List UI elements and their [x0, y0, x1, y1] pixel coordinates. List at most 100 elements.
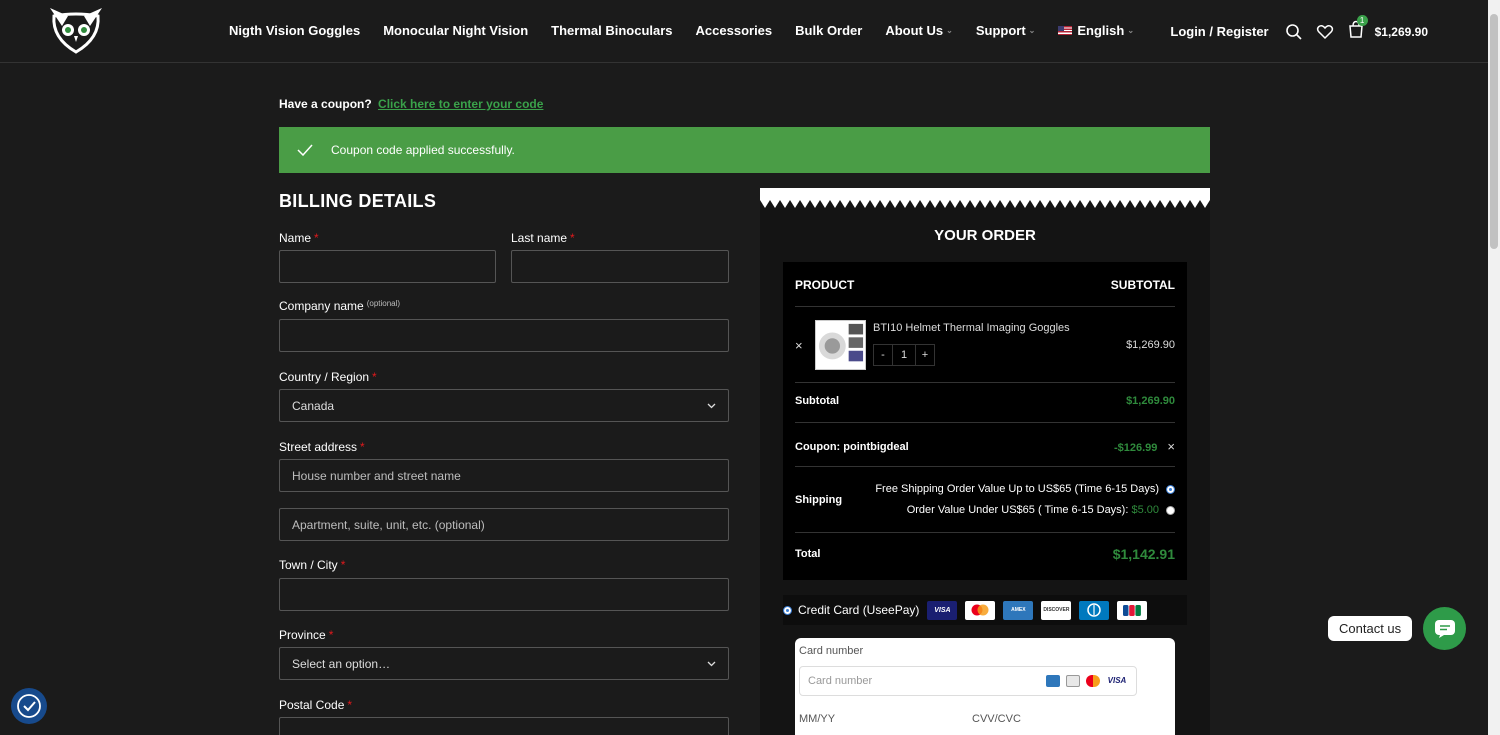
- street-label: Street address *: [279, 440, 365, 454]
- product-column-header: PRODUCT: [795, 278, 855, 292]
- card-number-label: Card number: [799, 645, 864, 657]
- mmyy-label: MM/YY: [799, 713, 836, 725]
- shipping-option-free[interactable]: Free Shipping Order Value Up to US$65 (T…: [875, 483, 1175, 495]
- contact-us-bubble[interactable]: Contact us: [1328, 616, 1413, 641]
- subtotal-label: Subtotal: [795, 395, 839, 407]
- language-selector[interactable]: English ⌄: [1058, 23, 1134, 38]
- qty-increase-button[interactable]: +: [915, 344, 935, 366]
- search-icon[interactable]: [1285, 23, 1303, 41]
- notice-text: Coupon code applied successfully.: [331, 143, 515, 157]
- login-register-link[interactable]: Login / Register: [1170, 24, 1268, 39]
- shipping-label: Shipping: [795, 494, 843, 506]
- diners-club-icon: [1079, 600, 1110, 620]
- remove-item-button[interactable]: ×: [795, 338, 803, 353]
- remove-coupon-button[interactable]: ×: [1167, 439, 1175, 454]
- chat-button[interactable]: [1423, 607, 1466, 650]
- visa-icon: VISA: [1106, 675, 1128, 687]
- enter-coupon-link[interactable]: Click here to enter your code: [378, 97, 543, 111]
- nav-thermal-binoculars[interactable]: Thermal Binoculars: [551, 23, 672, 38]
- nav-accessories[interactable]: Accessories: [696, 23, 773, 38]
- product-thumbnail[interactable]: [815, 320, 866, 370]
- nav-bulk-order[interactable]: Bulk Order: [795, 23, 862, 38]
- mastercard-icon: [1086, 675, 1100, 687]
- amex-icon: [1046, 675, 1060, 687]
- chevron-down-icon: ⌄: [946, 26, 953, 35]
- owl-logo[interactable]: [48, 6, 104, 54]
- payment-method-label: Credit Card (UseePay): [798, 603, 920, 617]
- street-placeholder: House number and street name: [292, 468, 461, 483]
- heart-icon[interactable]: [1316, 23, 1334, 41]
- name-field[interactable]: [279, 250, 496, 283]
- subtotal-value: $1,269.90: [1126, 395, 1175, 407]
- amex-icon: AMEX: [1003, 600, 1034, 620]
- coupon-discount: -$126.99: [1113, 442, 1158, 454]
- billing-title: BILLING DETAILS: [279, 191, 437, 211]
- order-table-header: PRODUCT SUBTOTAL: [795, 278, 1175, 292]
- country-select[interactable]: Canada: [279, 389, 729, 422]
- company-field[interactable]: [279, 319, 729, 352]
- nav-about-us[interactable]: About Us ⌄: [885, 23, 952, 38]
- postal-code-field[interactable]: [279, 717, 729, 735]
- coupon-label: Coupon: pointbigdeal: [795, 440, 909, 453]
- apartment-field[interactable]: Apartment, suite, unit, etc. (optional): [279, 508, 729, 541]
- cvv-label: CVV/CVC: [972, 713, 1021, 725]
- province-label: Province *: [279, 628, 334, 642]
- shipping-options: Free Shipping Order Value Up to US$65 (T…: [875, 483, 1175, 525]
- product-name[interactable]: BTI10 Helmet Thermal Imaging Goggles: [873, 322, 1070, 334]
- nav-support[interactable]: Support ⌄: [976, 23, 1036, 38]
- card-number-placeholder: Card number: [808, 675, 873, 687]
- quantity-stepper: - 1 +: [873, 344, 935, 366]
- order-table: PRODUCT SUBTOTAL × BTI10 Helmet Thermal …: [783, 262, 1187, 580]
- jcb-icon: [1117, 600, 1148, 620]
- name-label: Name *: [279, 231, 319, 245]
- chevron-down-icon: ⌄: [1127, 26, 1135, 35]
- total-row: Total $1,142.91: [795, 546, 1175, 562]
- town-field[interactable]: [279, 578, 729, 611]
- mastercard-icon: [965, 600, 996, 620]
- company-label: Company name (optional): [279, 299, 401, 313]
- postal-label: Postal Code *: [279, 698, 353, 712]
- province-select[interactable]: Select an option…: [279, 647, 729, 680]
- chevron-down-icon: [707, 403, 716, 408]
- scrollbar-thumb[interactable]: [1490, 14, 1498, 249]
- your-order-title: YOUR ORDER: [934, 227, 1036, 244]
- province-value: Select an option…: [292, 656, 391, 671]
- nav-monocular-night-vision[interactable]: Monocular Night Vision: [383, 23, 528, 38]
- checkmark-icon: [297, 144, 313, 156]
- chevron-down-icon: [707, 661, 716, 666]
- divider: [795, 532, 1175, 533]
- total-value: $1,142.91: [1112, 546, 1175, 562]
- card-entry-form: Card number Card number VISA MM/YY CVV/C…: [795, 638, 1175, 735]
- subtotal-column-header: SUBTOTAL: [1110, 278, 1175, 292]
- us-flag-icon: [1058, 26, 1073, 35]
- total-label: Total: [795, 548, 821, 560]
- accepted-cards: VISA: [1046, 675, 1128, 687]
- divider: [795, 382, 1175, 383]
- coupon-prompt: Have a coupon? Click here to enter your …: [279, 97, 543, 111]
- payment-radio[interactable]: [783, 605, 792, 615]
- qty-decrease-button[interactable]: -: [873, 344, 893, 366]
- radio-unselected[interactable]: [1166, 505, 1175, 515]
- payment-method-row[interactable]: Credit Card (UseePay) VISA AMEX DISCOVER: [783, 595, 1187, 625]
- coupon-row: Coupon: pointbigdeal -$126.99 ×: [795, 439, 1175, 454]
- header-actions: Login / Register 1 $1,269.90: [1170, 15, 1428, 43]
- card-number-input[interactable]: Card number VISA: [799, 666, 1137, 696]
- street-address-field[interactable]: House number and street name: [279, 459, 729, 492]
- last-name-field[interactable]: [511, 250, 729, 283]
- scrollbar[interactable]: [1488, 0, 1500, 735]
- product-price: $1,269.90: [1126, 339, 1175, 351]
- diners-club-icon: [1066, 675, 1080, 687]
- nav-night-vision-goggles[interactable]: Nigth Vision Goggles: [229, 23, 360, 38]
- town-label: Town / City *: [279, 558, 346, 572]
- visa-icon: VISA: [927, 600, 958, 620]
- qty-input[interactable]: 1: [893, 344, 915, 366]
- accessibility-button[interactable]: [11, 688, 47, 724]
- accessibility-icon: [17, 694, 41, 718]
- radio-selected[interactable]: [1166, 484, 1175, 494]
- shipping-option-paid[interactable]: Order Value Under US$65 ( Time 6-15 Days…: [875, 504, 1175, 516]
- cart-total[interactable]: $1,269.90: [1375, 25, 1428, 39]
- cart-button[interactable]: 1: [1347, 15, 1368, 43]
- country-label: Country / Region *: [279, 370, 377, 384]
- cart-item-row: × BTI10 Helmet Thermal Imaging Goggles -…: [795, 318, 1175, 372]
- apartment-placeholder: Apartment, suite, unit, etc. (optional): [292, 517, 485, 532]
